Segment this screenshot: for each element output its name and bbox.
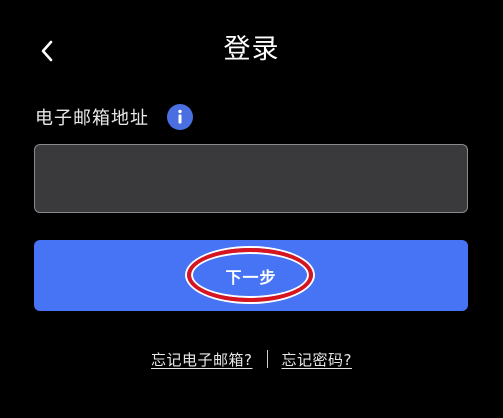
- help-links: 忘记电子邮箱? 忘记密码?: [0, 344, 503, 374]
- email-label-row: 电子邮箱地址: [35, 100, 193, 134]
- header: 登录: [0, 0, 503, 100]
- link-divider: [266, 350, 268, 368]
- forgot-password-link[interactable]: 忘记密码?: [282, 349, 352, 370]
- next-button-label: 下一步: [225, 267, 277, 287]
- page-title: 登录: [223, 34, 280, 65]
- forgot-email-link[interactable]: 忘记电子邮箱?: [151, 349, 252, 370]
- back-button[interactable]: [30, 34, 64, 68]
- chevron-left-icon: [41, 40, 53, 62]
- info-icon[interactable]: [167, 104, 193, 130]
- next-button[interactable]: 下一步: [34, 240, 468, 311]
- info-glyph-icon: [178, 109, 182, 124]
- email-label: 电子邮箱地址: [35, 108, 149, 129]
- email-input[interactable]: [34, 144, 468, 213]
